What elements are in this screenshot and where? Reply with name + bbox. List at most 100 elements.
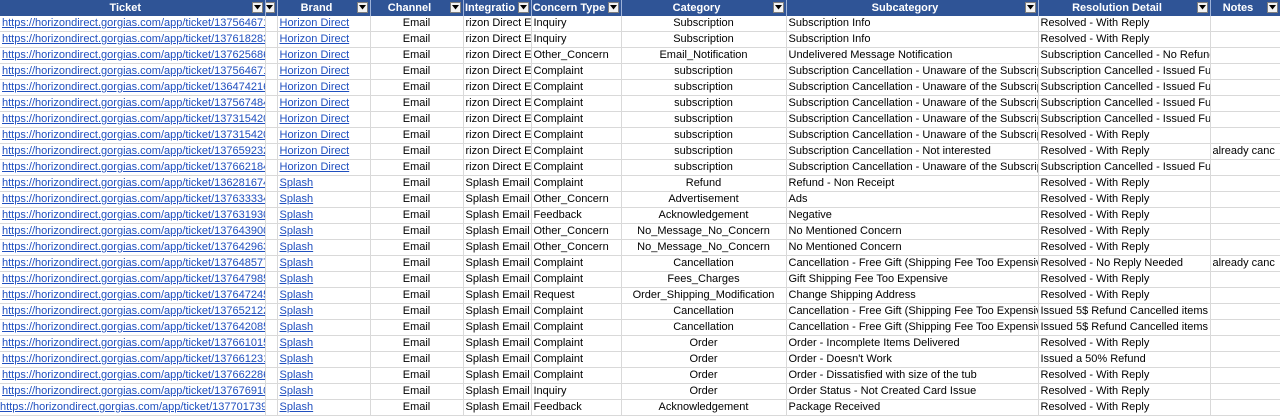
brand-cell[interactable]: Splash xyxy=(277,223,371,240)
brand-cell[interactable]: Horizon Direct xyxy=(277,63,371,80)
brand-cell[interactable]: Horizon Direct xyxy=(277,79,371,96)
resolution-detail-cell[interactable]: Resolved - With Reply xyxy=(1038,239,1211,256)
concern-type-cell[interactable]: Complaint xyxy=(531,351,622,368)
channel-cell[interactable]: Email xyxy=(370,31,464,48)
channel-cell[interactable]: Email xyxy=(370,111,464,128)
ticket-link-cell[interactable]: https://horizondirect.gorgias.com/app/ti… xyxy=(0,335,266,352)
notes-cell[interactable] xyxy=(1210,383,1280,400)
channel-cell[interactable]: Email xyxy=(370,383,464,400)
notes-cell[interactable] xyxy=(1210,303,1280,320)
brand-cell[interactable]: Horizon Direct xyxy=(277,47,371,64)
ticket-link-cell[interactable]: https://horizondirect.gorgias.com/app/ti… xyxy=(0,287,266,304)
category-cell[interactable]: Order xyxy=(621,367,787,384)
blank-cell[interactable] xyxy=(265,383,278,400)
integration-cell[interactable]: Splash Email xyxy=(463,399,532,416)
ticket-link-cell[interactable]: https://horizondirect.gorgias.com/app/ti… xyxy=(0,303,266,320)
filter-dropdown-icon[interactable] xyxy=(265,2,275,13)
ticket-link-cell[interactable]: https://horizondirect.gorgias.com/app/ti… xyxy=(0,319,266,336)
channel-cell[interactable]: Email xyxy=(370,79,464,96)
notes-cell[interactable] xyxy=(1210,191,1280,208)
resolution-detail-cell[interactable]: Subscription Cancelled - No Refund xyxy=(1038,47,1211,64)
notes-cell[interactable] xyxy=(1210,159,1280,176)
blank-cell[interactable] xyxy=(265,111,278,128)
integration-cell[interactable]: Splash Email xyxy=(463,319,532,336)
category-cell[interactable]: subscription xyxy=(621,63,787,80)
brand-cell[interactable]: Splash xyxy=(277,335,371,352)
brand-cell[interactable]: Horizon Direct xyxy=(277,143,371,160)
integration-cell[interactable]: rizon Direct Em xyxy=(463,95,532,112)
concern-type-cell[interactable]: Complaint xyxy=(531,127,622,144)
category-cell[interactable]: Acknowledgement xyxy=(621,207,787,224)
resolution-detail-cell[interactable]: Subscription Cancelled - Issued Full Ref… xyxy=(1038,159,1211,176)
blank-cell[interactable] xyxy=(265,16,278,32)
filter-dropdown-icon[interactable] xyxy=(607,2,619,13)
integration-cell[interactable]: rizon Direct Em xyxy=(463,143,532,160)
blank-cell[interactable] xyxy=(265,399,278,416)
subcategory-cell[interactable]: Order - Dissatisfied with size of the tu… xyxy=(786,367,1039,384)
blank-cell[interactable] xyxy=(265,319,278,336)
subcategory-cell[interactable]: Subscription Cancellation - Unaware of t… xyxy=(786,159,1039,176)
ticket-link-cell[interactable]: https://horizondirect.gorgias.com/app/ti… xyxy=(0,399,266,416)
resolution-detail-cell[interactable]: Resolved - With Reply xyxy=(1038,207,1211,224)
ticket-link-cell[interactable]: https://horizondirect.gorgias.com/app/ti… xyxy=(0,159,266,176)
ticket-link-cell[interactable]: https://horizondirect.gorgias.com/app/ti… xyxy=(0,383,266,400)
blank-cell[interactable] xyxy=(265,127,278,144)
notes-cell[interactable] xyxy=(1210,287,1280,304)
resolution-detail-cell[interactable]: Resolved - With Reply xyxy=(1038,175,1211,192)
channel-cell[interactable]: Email xyxy=(370,303,464,320)
brand-cell[interactable]: Splash xyxy=(277,351,371,368)
integration-cell[interactable]: rizon Direct Em xyxy=(463,159,532,176)
concern-type-cell[interactable]: Complaint xyxy=(531,303,622,320)
channel-cell[interactable]: Email xyxy=(370,159,464,176)
concern-type-cell[interactable]: Complaint xyxy=(531,95,622,112)
resolution-detail-cell[interactable]: Resolved - With Reply xyxy=(1038,127,1211,144)
ticket-link-cell[interactable]: https://horizondirect.gorgias.com/app/ti… xyxy=(0,351,266,368)
notes-cell[interactable]: already canc xyxy=(1210,255,1280,272)
integration-cell[interactable]: rizon Direct Em xyxy=(463,111,532,128)
subcategory-cell[interactable]: Negative xyxy=(786,207,1039,224)
channel-cell[interactable]: Email xyxy=(370,271,464,288)
blank-cell[interactable] xyxy=(265,175,278,192)
integration-cell[interactable]: Splash Email xyxy=(463,239,532,256)
concern-type-cell[interactable]: Feedback xyxy=(531,207,622,224)
channel-cell[interactable]: Email xyxy=(370,16,464,32)
notes-cell[interactable] xyxy=(1210,95,1280,112)
category-cell[interactable]: subscription xyxy=(621,143,787,160)
category-cell[interactable]: No_Message_No_Concern xyxy=(621,239,787,256)
notes-cell[interactable] xyxy=(1210,223,1280,240)
resolution-detail-cell[interactable]: Resolved - With Reply xyxy=(1038,335,1211,352)
notes-cell[interactable] xyxy=(1210,239,1280,256)
notes-cell[interactable] xyxy=(1210,271,1280,288)
channel-cell[interactable]: Email xyxy=(370,191,464,208)
blank-cell[interactable] xyxy=(265,239,278,256)
filter-dropdown-icon[interactable] xyxy=(251,2,263,13)
blank-cell[interactable] xyxy=(265,335,278,352)
brand-cell[interactable]: Splash xyxy=(277,303,371,320)
integration-cell[interactable]: Splash Email xyxy=(463,271,532,288)
subcategory-cell[interactable]: Order - Doesn't Work xyxy=(786,351,1039,368)
blank-cell[interactable] xyxy=(265,271,278,288)
integration-cell[interactable]: Splash Email xyxy=(463,367,532,384)
concern-type-cell[interactable]: Other_Concern xyxy=(531,191,622,208)
concern-type-cell[interactable]: Request xyxy=(531,287,622,304)
resolution-detail-cell[interactable]: Resolved - With Reply xyxy=(1038,31,1211,48)
concern-type-cell[interactable]: Feedback xyxy=(531,399,622,416)
ticket-link-cell[interactable]: https://horizondirect.gorgias.com/app/ti… xyxy=(0,79,266,96)
subcategory-cell[interactable]: Subscription Cancellation - Unaware of t… xyxy=(786,111,1039,128)
ticket-link-cell[interactable]: https://horizondirect.gorgias.com/app/ti… xyxy=(0,95,266,112)
category-cell[interactable]: Order xyxy=(621,351,787,368)
integration-cell[interactable]: Splash Email xyxy=(463,207,532,224)
subcategory-cell[interactable]: Change Shipping Address xyxy=(786,287,1039,304)
brand-cell[interactable]: Splash xyxy=(277,367,371,384)
ticket-link-cell[interactable]: https://horizondirect.gorgias.com/app/ti… xyxy=(0,207,266,224)
brand-cell[interactable]: Splash xyxy=(277,271,371,288)
channel-cell[interactable]: Email xyxy=(370,63,464,80)
subcategory-cell[interactable]: Order - Incomplete Items Delivered xyxy=(786,335,1039,352)
subcategory-cell[interactable]: Subscription Cancellation - Unaware of t… xyxy=(786,95,1039,112)
notes-cell[interactable] xyxy=(1210,351,1280,368)
integration-cell[interactable]: rizon Direct Em xyxy=(463,31,532,48)
ticket-link-cell[interactable]: https://horizondirect.gorgias.com/app/ti… xyxy=(0,175,266,192)
channel-cell[interactable]: Email xyxy=(370,351,464,368)
subcategory-cell[interactable]: No Mentioned Concern xyxy=(786,223,1039,240)
ticket-link-cell[interactable]: https://horizondirect.gorgias.com/app/ti… xyxy=(0,47,266,64)
